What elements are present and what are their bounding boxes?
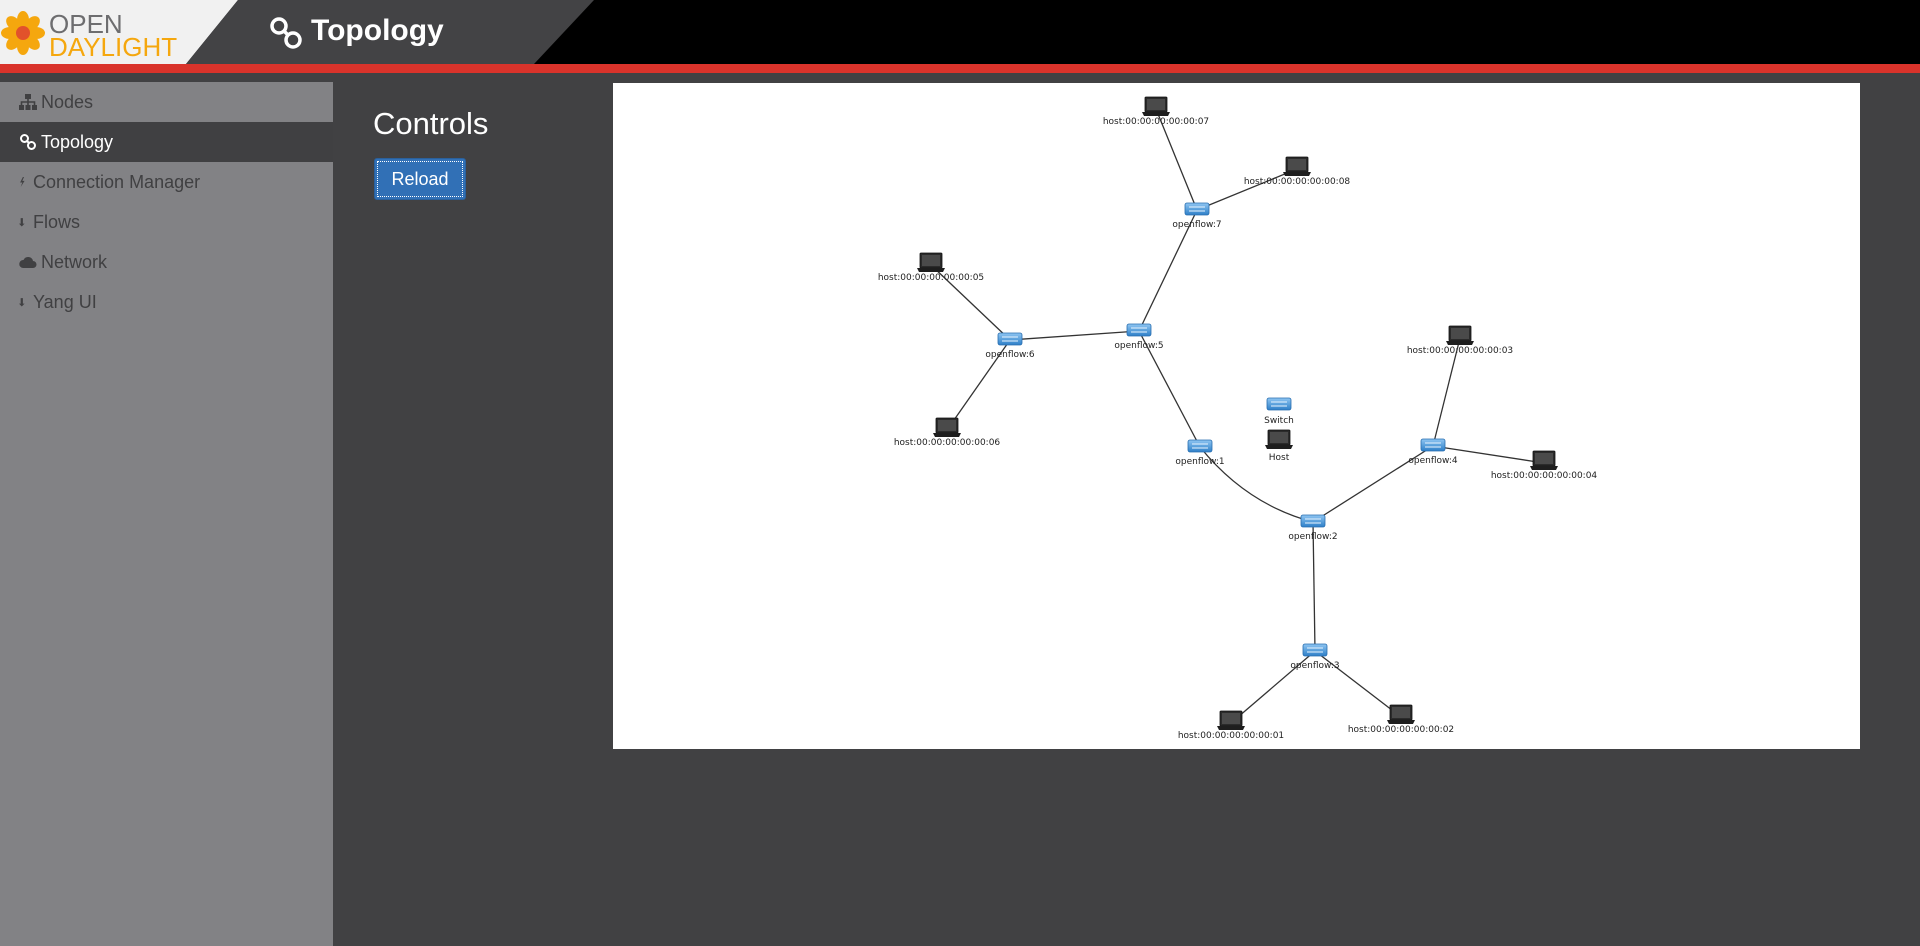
logo-daylight-text: DAYLIGHT xyxy=(49,32,178,62)
node-label: openflow:2 xyxy=(1288,532,1337,542)
node-label: host:00:00:00:00:00:06 xyxy=(894,438,1001,448)
topology-icon xyxy=(270,17,302,49)
sidebar-item-topology[interactable]: Topology xyxy=(0,122,333,162)
topology-graph[interactable]: host:00:00:00:00:00:07 host:00:00:00:00:0… xyxy=(613,83,1860,749)
controls-heading: Controls xyxy=(373,106,489,141)
legend-switch: Switch xyxy=(1264,397,1294,426)
sidebar-item-label: Yang UI xyxy=(33,292,97,312)
sidebar-item-network[interactable]: Network xyxy=(0,242,333,282)
bolt-icon xyxy=(20,177,25,187)
node-label: host:00:00:00:00:00:03 xyxy=(1407,346,1513,356)
host-node[interactable]: host:00:00:00:00:00:06 xyxy=(894,417,1001,448)
host-node[interactable]: host:00:00:00:00:00:07 xyxy=(1103,96,1209,127)
sidebar: Nodes Topology Connection Manager Flows … xyxy=(0,82,333,946)
sitemap-icon xyxy=(19,94,37,110)
legend: Switch Host xyxy=(1264,397,1294,463)
node-label: host:00:00:00:00:00:08 xyxy=(1244,177,1351,187)
sidebar-item-label: Network xyxy=(41,252,108,272)
topology-link xyxy=(1009,330,1140,341)
node-label: openflow:4 xyxy=(1408,456,1458,466)
legend-switch-label: Switch xyxy=(1264,416,1294,426)
switch-node[interactable]: openflow:4 xyxy=(1408,438,1458,466)
sidebar-item-yang-ui[interactable]: Yang UI xyxy=(0,282,333,322)
switch-node[interactable]: openflow:1 xyxy=(1175,439,1225,467)
switch-node[interactable]: openflow:3 xyxy=(1290,643,1340,671)
sidebar-item-nodes[interactable]: Nodes xyxy=(0,82,333,122)
cloud-icon xyxy=(19,256,37,268)
page-title: Topology xyxy=(311,14,444,47)
host-node[interactable]: host:00:00:00:00:00:02 xyxy=(1348,704,1454,735)
node-label: host:00:00:00:00:00:07 xyxy=(1103,117,1209,127)
host-node[interactable]: host:00:00:00:00:00:03 xyxy=(1407,325,1513,356)
node-label: openflow:1 xyxy=(1175,457,1224,467)
legend-host-label: Host xyxy=(1269,453,1290,463)
reload-button[interactable]: Reload xyxy=(374,158,466,200)
host-node[interactable]: host:00:00:00:00:00:08 xyxy=(1244,156,1351,187)
node-label: openflow:5 xyxy=(1114,341,1163,351)
node-label: host:00:00:00:00:00:05 xyxy=(878,273,984,283)
sidebar-item-label: Nodes xyxy=(41,92,94,112)
node-label: host:00:00:00:00:00:04 xyxy=(1491,471,1598,481)
links-layer xyxy=(930,108,1545,724)
topology-canvas[interactable]: host:00:00:00:00:00:07 host:00:00:00:00:0… xyxy=(613,83,1860,749)
host-node[interactable]: host:00:00:00:00:00:04 xyxy=(1491,450,1598,481)
switch-node[interactable]: openflow:7 xyxy=(1172,202,1222,230)
sidebar-item-label: Connection Manager xyxy=(33,172,201,192)
host-node[interactable]: host:00:00:00:00:00:01 xyxy=(1178,710,1284,741)
flow-arrow-icon xyxy=(19,218,25,227)
sidebar-item-label: Flows xyxy=(33,212,81,232)
host-node[interactable]: host:00:00:00:00:00:05 xyxy=(878,252,984,283)
topology-icon xyxy=(20,134,36,150)
node-label: openflow:6 xyxy=(985,350,1035,360)
switch-node[interactable]: openflow:5 xyxy=(1114,323,1164,351)
sidebar-item-connection-manager[interactable]: Connection Manager xyxy=(0,162,333,202)
sidebar-item-flows[interactable]: Flows xyxy=(0,202,333,242)
header-bar: OPEN DAYLIGHT Topology xyxy=(0,0,1920,64)
opendaylight-flower-icon xyxy=(1,11,45,55)
topology-link xyxy=(1196,168,1298,211)
switch-node[interactable]: openflow:6 xyxy=(985,332,1035,360)
sidebar-item-label: Topology xyxy=(41,132,114,152)
accent-bar xyxy=(0,64,1920,73)
node-label: openflow:7 xyxy=(1172,220,1221,230)
node-label: host:00:00:00:00:00:01 xyxy=(1178,731,1284,741)
flow-arrow-icon xyxy=(19,298,25,307)
node-label: host:00:00:00:00:00:02 xyxy=(1348,725,1454,735)
legend-host: Host xyxy=(1265,429,1293,463)
header-divider xyxy=(0,73,1920,82)
node-label: openflow:3 xyxy=(1290,661,1339,671)
